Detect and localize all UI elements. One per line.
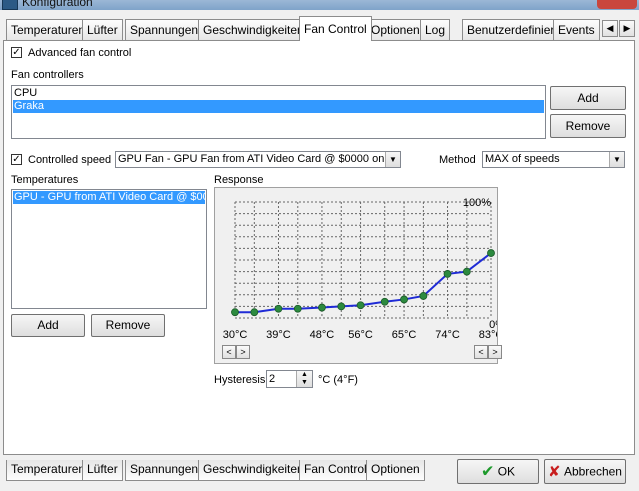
checkmark-icon: ✔ <box>480 463 495 481</box>
bottom-tab-temperaturen[interactable]: Temperaturen <box>6 460 91 481</box>
add-controller-button[interactable]: Add <box>550 86 626 110</box>
bottom-tab-fan-control[interactable]: Fan Control <box>299 460 372 481</box>
chevron-down-icon[interactable]: ▼ <box>385 152 400 167</box>
cancel-button[interactable]: ✘ Abbrechen <box>544 459 626 484</box>
response-point[interactable] <box>337 302 346 311</box>
x-tick-label: 39°C <box>266 329 291 341</box>
tab-spannungen[interactable]: Spannungen <box>125 19 204 40</box>
list-item-graka[interactable]: Graka <box>13 100 544 113</box>
fan-controllers-list[interactable]: CPU Graka <box>11 85 546 139</box>
triangle-right-icon: ▶ <box>623 23 631 33</box>
y-max-label: 100% <box>463 197 491 209</box>
response-point[interactable] <box>487 249 495 257</box>
checkmark-icon: ✓ <box>12 154 21 165</box>
x-tick-label: 83°C <box>479 329 497 341</box>
temperatures-label: Temperatures <box>11 174 79 186</box>
cancel-label: Abbrechen <box>563 464 622 479</box>
hysteresis-value: 2 <box>269 373 276 385</box>
method-label: Method <box>439 154 476 166</box>
response-point[interactable] <box>231 308 239 317</box>
title-bar: Konfiguration <box>0 0 639 10</box>
chart-scroll-left-left-button[interactable]: < <box>222 345 236 359</box>
cross-icon: ✘ <box>548 463 561 481</box>
hysteresis-spinner[interactable]: 2 ▲ ▼ <box>266 370 313 388</box>
tab-fan-control[interactable]: Fan Control <box>299 16 372 41</box>
tab-luefter[interactable]: Lüfter <box>82 19 123 40</box>
window-title: Konfiguration <box>22 0 93 9</box>
app-icon <box>2 0 18 10</box>
remove-temperature-button[interactable]: Remove <box>91 314 165 337</box>
response-point[interactable] <box>250 308 259 317</box>
x-tick-label: 65°C <box>392 329 417 341</box>
method-select[interactable]: MAX of speeds ▼ <box>482 151 625 168</box>
x-tick-label: 30°C <box>223 329 248 341</box>
x-tick-label: 56°C <box>348 329 373 341</box>
list-item-gpu[interactable]: GPU - GPU from ATI Video Card @ $000 <box>13 191 205 204</box>
response-point[interactable] <box>356 301 365 310</box>
controlled-speed-select[interactable]: GPU Fan - GPU Fan from ATI Video Card @ … <box>115 151 401 168</box>
response-point[interactable] <box>318 303 326 312</box>
chart-scroll-right-left-button[interactable]: < <box>474 345 488 359</box>
bottom-tab-luefter[interactable]: Lüfter <box>82 460 123 481</box>
bottom-tab-spannungen[interactable]: Spannungen <box>125 460 204 481</box>
controlled-speed-value: GPU Fan - GPU Fan from ATI Video Card @ … <box>118 153 394 165</box>
response-point[interactable] <box>400 295 408 304</box>
chevron-down-icon[interactable]: ▼ <box>609 152 624 167</box>
response-point[interactable] <box>380 297 389 306</box>
hysteresis-label: Hysteresis <box>214 374 266 386</box>
response-point[interactable] <box>293 304 302 313</box>
checkmark-icon: ✓ <box>12 47 21 58</box>
tab-benutzerdefiniert[interactable]: Benutzerdefiniert <box>462 19 563 40</box>
triangle-left-icon: ◀ <box>606 23 614 33</box>
response-point[interactable] <box>274 304 283 313</box>
response-label: Response <box>214 174 264 186</box>
ok-label: OK <box>497 464 516 479</box>
response-curve-chart[interactable]: 100% 0% 30°C39°C48°C56°C65°C74°C83°C <box>215 188 497 363</box>
remove-controller-button[interactable]: Remove <box>550 114 626 138</box>
tab-geschwindigkeiten[interactable]: Geschwindigkeiten <box>198 19 309 40</box>
temperatures-list[interactable]: GPU - GPU from ATI Video Card @ $000 <box>11 189 207 309</box>
close-window-button[interactable] <box>597 0 637 9</box>
tab-events[interactable]: Events <box>553 19 600 40</box>
tab-log[interactable]: Log <box>420 19 451 40</box>
ok-button[interactable]: ✔ OK <box>457 459 539 484</box>
response-chart-panel: 100% 0% 30°C39°C48°C56°C65°C74°C83°C <box>214 187 498 364</box>
fan-controllers-label: Fan controllers <box>11 69 84 81</box>
list-item-cpu[interactable]: CPU <box>13 87 544 100</box>
tab-optionen[interactable]: Optionen <box>366 19 425 40</box>
response-point[interactable] <box>443 270 452 278</box>
advanced-fan-control-checkbox[interactable]: ✓ <box>11 47 22 58</box>
x-tick-label: 48°C <box>310 329 335 341</box>
spin-arrows-icon[interactable]: ▲ ▼ <box>296 371 312 387</box>
bottom-tab-optionen[interactable]: Optionen <box>366 460 425 481</box>
chart-scroll-left-right-button[interactable]: > <box>236 345 250 359</box>
response-point[interactable] <box>462 267 471 276</box>
bottom-tab-geschwindigkeiten[interactable]: Geschwindigkeiten <box>198 460 309 481</box>
add-temperature-button[interactable]: Add <box>11 314 85 337</box>
controlled-speed-checkbox[interactable]: ✓ <box>11 154 22 165</box>
hysteresis-unit: °C (4°F) <box>318 374 358 386</box>
tab-temperaturen[interactable]: Temperaturen <box>6 19 91 40</box>
advanced-fan-control-label: Advanced fan control <box>28 47 132 59</box>
x-tick-label: 74°C <box>435 329 460 341</box>
tab-scroll-right-button[interactable]: ▶ <box>619 20 635 37</box>
chart-scroll-right-right-button[interactable]: > <box>488 345 502 359</box>
controlled-speed-label: Controlled speed <box>28 154 112 166</box>
response-point[interactable] <box>419 292 428 300</box>
tab-scroll-left-button[interactable]: ◀ <box>602 20 618 37</box>
method-value: MAX of speeds <box>485 153 560 165</box>
